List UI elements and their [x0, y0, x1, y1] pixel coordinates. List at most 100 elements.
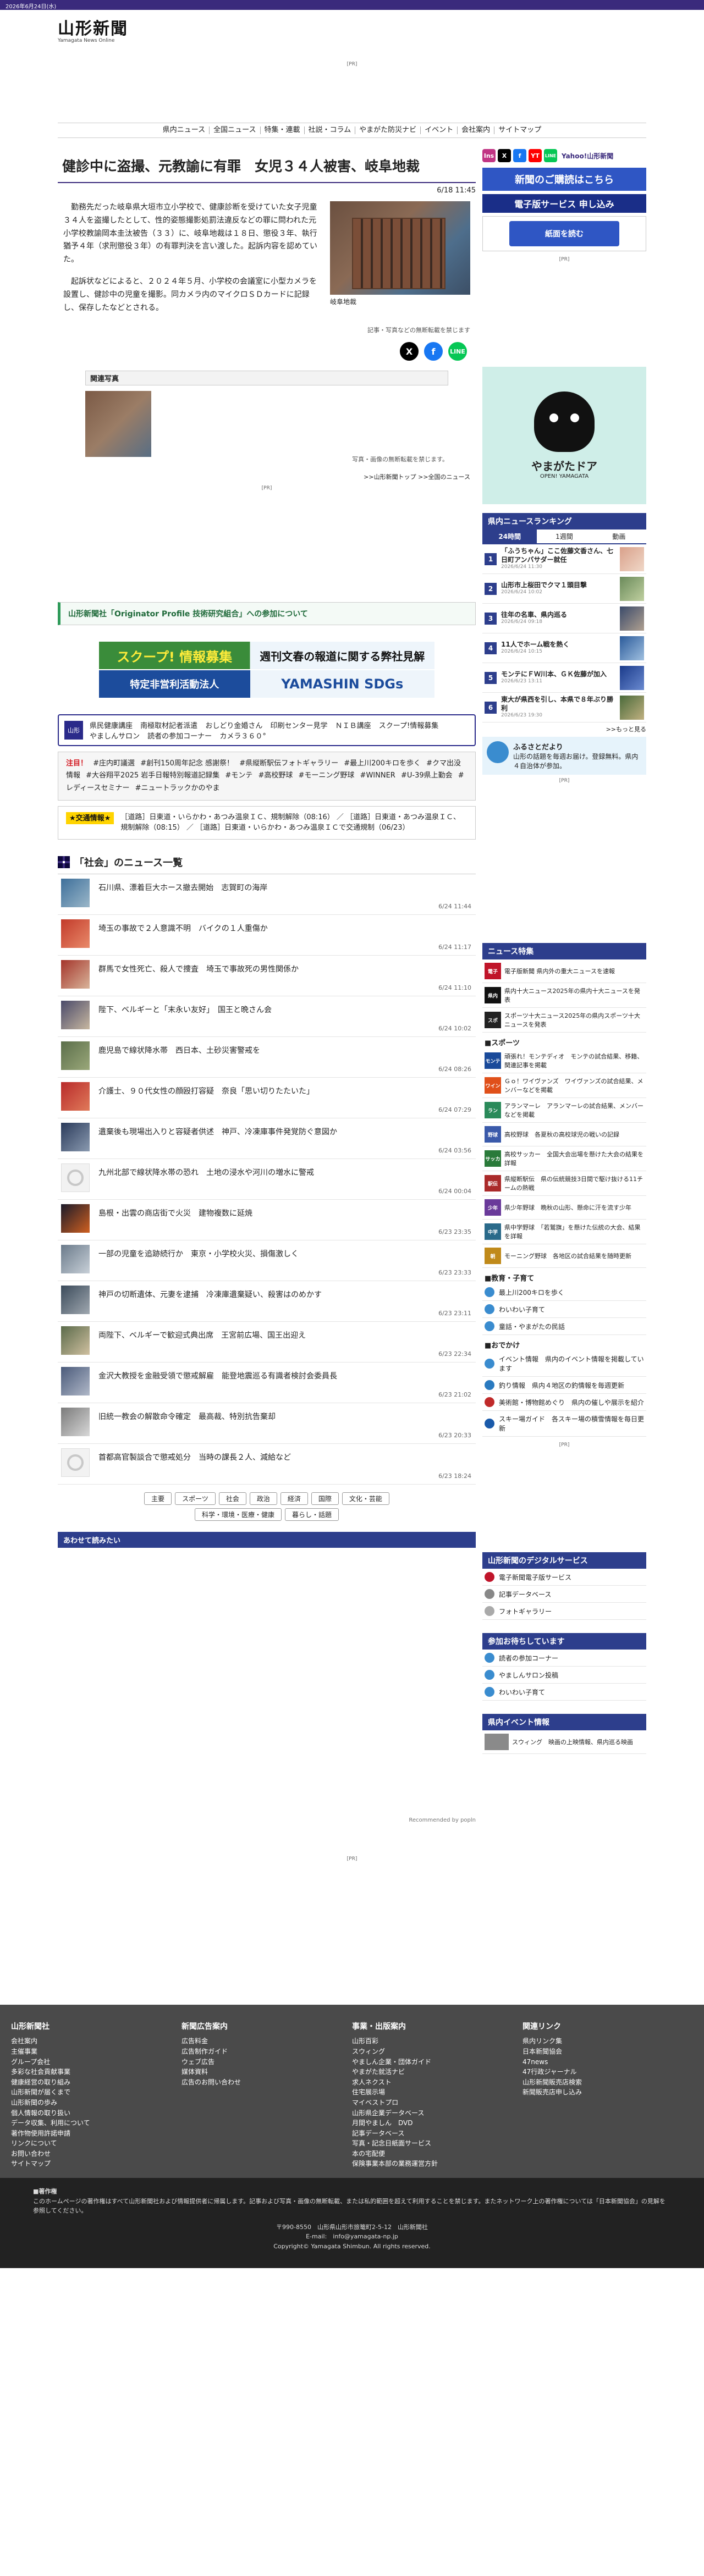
sports-item[interactable]: 中学 県中学野球 「若鷲旗」を懸けた伝統の大会、結果を詳報 — [482, 1220, 646, 1244]
furusato-banner[interactable]: ふるさとだより 山形の話題を毎週お届け。登録無料。県内４自治体が参加。 — [482, 737, 646, 775]
ranking-title[interactable]: 東大が県西を引し、本県で８年ぶり勝利 — [501, 696, 613, 712]
footer-link[interactable]: 山形百彩 — [352, 2036, 522, 2047]
facebook-icon[interactable]: f — [513, 149, 526, 162]
news-row[interactable]: 九州北部で線状降水帯の恐れ 土地の浸水や河川の増水に警戒 6/24 00:04 — [58, 1159, 476, 1200]
sports-item[interactable]: 少年 県少年野球 晩秋の山形、懸命に汗を流す少年 — [482, 1196, 646, 1220]
ranking-title[interactable]: 山形市上桜田でクマ１頭目撃 — [501, 581, 587, 589]
nav-item[interactable]: イベント — [421, 126, 458, 134]
tag-link[interactable]: #最上川200キロを歩く — [344, 759, 421, 768]
footer-link[interactable]: 著作物使用許諾申請 — [11, 2128, 182, 2139]
traffic-text[interactable]: ［道路］日東道・いらかわ・あつみ温泉ＩＣ、規制解除（08:16） ／ ［道路］日… — [120, 812, 468, 834]
category-button[interactable]: 国際 — [311, 1492, 339, 1505]
digital-item[interactable]: 記事データベース — [482, 1586, 646, 1603]
ranking-item[interactable]: 6 東大が県西を引し、本県で８年ぶり勝利 2026/6/23 19:30 — [482, 693, 646, 722]
category-button[interactable]: 社会 — [218, 1492, 246, 1505]
footer-link[interactable]: ウェブ広告 — [182, 2057, 352, 2067]
ranking-item[interactable]: 1 「ふうちゃん」ここ佐藤文香さん、七日町アンバサダー就任 2026/6/24 11… — [482, 544, 646, 574]
footer-link[interactable]: 個人情報の取り扱い — [11, 2108, 182, 2119]
outing-item[interactable]: イベント情報 県内のイベント情報を掲載しています — [482, 1351, 646, 1377]
footer-link[interactable]: 会社案内 — [11, 2036, 182, 2047]
news-row[interactable]: 陛下、ベルギーと「末永い友好」 国王と晩さん会 6/24 10:02 — [58, 996, 476, 1037]
service-link[interactable]: 読者の参加コーナー — [147, 732, 212, 741]
footer-link[interactable]: 月間やましん DVD — [352, 2118, 522, 2128]
ranking-more-link[interactable]: >>もっと見る — [482, 725, 646, 733]
news-title[interactable]: 島根・出雲の商店街で火災 建物複数に延焼 — [98, 1204, 252, 1218]
sports-item[interactable]: 野球 高校野球 各夏秋の高校球児の戦いの記録 — [482, 1123, 646, 1146]
footer-link[interactable]: 保険事業本部の業務運営方針 — [352, 2159, 522, 2169]
tag-link[interactable]: #モンテ — [225, 771, 252, 780]
line-share-icon[interactable]: LINE — [448, 342, 467, 361]
footer-link[interactable]: 広告制作ガイド — [182, 2047, 352, 2057]
news-row[interactable]: 島根・出雲の商店街で火災 建物複数に延焼 6/23 23:35 — [58, 1200, 476, 1240]
service-link[interactable]: スクープ!情報募集 — [379, 722, 438, 730]
service-link[interactable]: 南極取材記者派遣 — [140, 722, 197, 730]
footer-link[interactable]: 広告のお問い合わせ — [182, 2077, 352, 2088]
news-row[interactable]: 石川県、漂着巨大ホース撤去開始 志賀町の海岸 6/24 11:44 — [58, 874, 476, 915]
news-row[interactable]: 遺棄後も現場出入りと容疑者供述 神戸、冷凍庫事件発覚防ぐ意図か 6/24 03:5… — [58, 1118, 476, 1159]
footer-link[interactable]: 主催事業 — [11, 2047, 182, 2057]
yahoo-link[interactable]: Yahoo!山形新聞 — [559, 149, 613, 162]
category-button[interactable]: スポーツ — [175, 1492, 216, 1505]
tag-link[interactable]: #創刊150周年記念 感謝祭！ — [140, 759, 234, 768]
footer-link[interactable]: リンクについて — [11, 2138, 182, 2149]
news-title[interactable]: 両陛下、ベルギーで歓迎式典出席 王宮前広場、国王出迎え — [98, 1326, 306, 1341]
tag-link[interactable]: #高校野球 — [258, 771, 293, 780]
contact-email[interactable]: E-mail: info@yamagata-np.jp — [33, 2232, 671, 2242]
sports-item[interactable]: モンテ 頑張れ！モンテディオ モンテの試合結果、移籍、関連記事を掲載 — [482, 1049, 646, 1073]
service-link[interactable]: おしどり金婚さん — [205, 722, 262, 730]
service-link[interactable]: 印刷センター見学 — [270, 722, 327, 730]
scoop-banner[interactable]: スクープ! 情報募集 週刊文春の報道に関する弊社見解 — [99, 642, 435, 670]
news-row[interactable]: 両陛下、ベルギーで歓迎式典出席 王宮前広場、国王出迎え 6/23 22:34 — [58, 1322, 476, 1363]
sdgs-banner[interactable]: 特定非営利活動法人 YAMASHIN SDGs — [99, 670, 435, 698]
news-row[interactable]: 介護士、９０代女性の顔殴打容疑 奈良「思い切りたたいた」 6/24 07:29 — [58, 1078, 476, 1118]
footer-link[interactable]: データ収集、利用について — [11, 2118, 182, 2128]
tab-24h[interactable]: 24時間 — [482, 529, 537, 543]
footer-link[interactable]: 47行政ジャーナル — [522, 2067, 693, 2077]
footer-link[interactable]: 新聞販売店申し込み — [522, 2087, 693, 2098]
line-icon[interactable]: LINE — [544, 149, 557, 162]
footer-link[interactable]: サイトマップ — [11, 2159, 182, 2169]
news-title[interactable]: 鹿児島で線状降水帯 西日本、土砂災害警戒を — [98, 1041, 260, 1056]
sports-item[interactable]: 朝モーニング野球 各地区の試合結果を随時更新 — [482, 1244, 646, 1268]
related-photo-thumb[interactable] — [85, 391, 151, 457]
education-item[interactable]: 最上川200キロを歩く — [482, 1284, 646, 1301]
news-title[interactable]: 陛下、ベルギーと「末永い友好」 国王と晩さん会 — [98, 1001, 272, 1015]
footer-link[interactable]: 媒体資料 — [182, 2067, 352, 2077]
sports-item[interactable]: サッカ 高校サッカー 全国大会出場を懸けた大会の結果を詳報 — [482, 1146, 646, 1171]
sports-item[interactable]: ラン アランマーレ アランマーレの試合結果、メンバーなどを掲載 — [482, 1098, 646, 1123]
nav-item[interactable]: 全国ニュース — [210, 126, 261, 134]
news-title[interactable]: 神戸の切断遺体、元妻を逮捕 冷凍庫遺棄疑い、殺害はのめかす — [98, 1286, 322, 1300]
ranking-title[interactable]: 11人でホーム戦を熱く — [501, 641, 569, 648]
x-icon[interactable]: X — [498, 149, 511, 162]
education-item[interactable]: 童話・やまがたの民話 — [482, 1318, 646, 1335]
news-title[interactable]: 埼玉の事故で２人意識不明 バイクの１人重傷か — [98, 919, 268, 934]
youtube-icon[interactable]: YT — [529, 149, 542, 162]
digital-item[interactable]: 電子新聞電子版サービス — [482, 1569, 646, 1586]
tag-link[interactable]: #庄内町議選 — [93, 759, 135, 768]
tag-link[interactable]: #モーニング野球 — [299, 771, 355, 780]
outing-item[interactable]: スキー場ガイド 各スキー場の積雪情報を毎日更新 — [482, 1411, 646, 1437]
instagram-icon[interactable]: Ins — [482, 149, 496, 162]
news-title[interactable]: 金沢大教授を金融受領で懲戒解雇 能登地震巡る有識者検討会委員長 — [98, 1367, 337, 1381]
join-item[interactable]: わいわい子育て — [482, 1684, 646, 1701]
footer-link[interactable]: 日本新聞協会 — [522, 2047, 693, 2057]
news-title[interactable]: 石川県、漂着巨大ホース撤去開始 志賀町の海岸 — [98, 879, 267, 893]
feature-item[interactable]: 電子 電子版新聞 県内外の重大ニュースを速報 — [482, 959, 646, 983]
service-link[interactable]: ＮＩＢ講座 — [336, 722, 371, 730]
news-row[interactable]: 金沢大教授を金融受領で懲戒解雇 能登地震巡る有識者検討会委員長 6/23 21:0… — [58, 1363, 476, 1403]
footer-link[interactable]: グループ会社 — [11, 2057, 182, 2067]
footer-link[interactable]: お問い合わせ — [11, 2149, 182, 2159]
news-row[interactable]: 神戸の切断遺体、元妻を逮捕 冷凍庫遺棄疑い、殺害はのめかす 6/23 23:11 — [58, 1281, 476, 1322]
education-item[interactable]: わいわい子育て — [482, 1301, 646, 1318]
footer-link[interactable]: 山形県企業データベース — [352, 2108, 522, 2119]
category-button[interactable]: 経済 — [280, 1492, 308, 1505]
news-title[interactable]: 一部の児童を追跡続行か 東京・小学校火災、損傷激しく — [98, 1245, 299, 1259]
footer-link[interactable]: 記事データベース — [352, 2128, 522, 2139]
footer-link[interactable]: 住宅展示場 — [352, 2087, 522, 2098]
footer-link[interactable]: スウィング — [352, 2047, 522, 2057]
site-logo[interactable]: 山形新聞 Yamagata News Online — [58, 15, 128, 43]
news-title[interactable]: 群馬で女性死亡、殺人で捜査 埼玉で事故死の男性関係か — [98, 960, 299, 974]
category-button[interactable]: 政治 — [249, 1492, 277, 1505]
tag-link[interactable]: #ニュートラックかのやま — [135, 784, 220, 792]
court-photo[interactable] — [330, 201, 470, 295]
